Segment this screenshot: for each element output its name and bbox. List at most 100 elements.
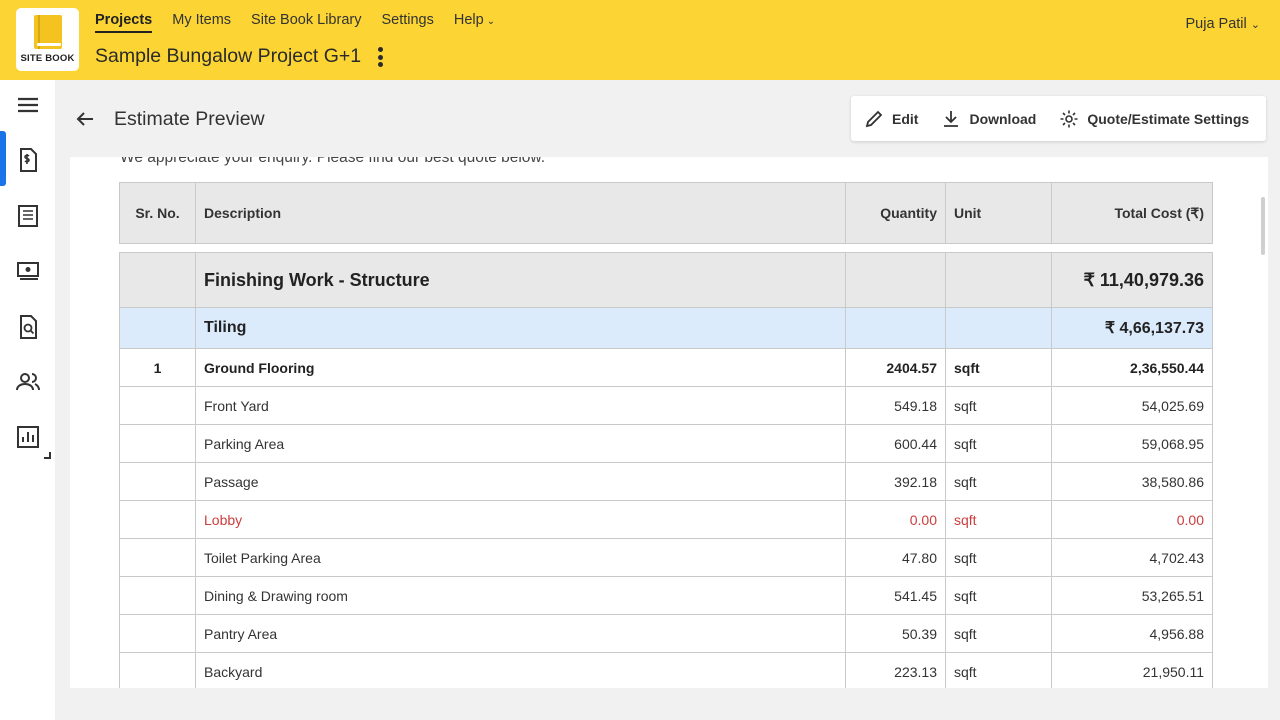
section-sr [119,252,196,308]
row-quantity: 0.00 [845,500,946,539]
download-button[interactable]: Download [941,96,1036,141]
estimate-icon[interactable] [15,147,41,173]
row-quantity: 47.80 [845,538,946,577]
row-total: 38,580.86 [1051,462,1213,501]
row-total: 4,702.43 [1051,538,1213,577]
user-menu[interactable]: Puja Patil ⌄ [1185,16,1260,32]
edit-label: Edit [892,110,919,127]
download-icon [944,110,959,127]
table-row: Parking Area 600.44 sqft 59,068.95 [119,424,1213,463]
item-quantity: 2404.57 [845,348,946,387]
section-total: ₹ 11,40,979.36 [1051,252,1213,308]
download-label: Download [969,110,1037,127]
project-title: Sample Bungalow Project G+1 [95,45,362,67]
edit-button[interactable]: Edit [864,96,918,141]
intro-text: We appreciate your enquiry. Please find … [120,157,546,166]
row-description: Toilet Parking Area [195,538,846,577]
row-unit: sqft [945,462,1052,501]
report-icon[interactable] [15,424,41,450]
row-total: 0.00 [1051,500,1213,539]
subsection-unit [945,307,1052,349]
item-unit: sqft [945,348,1052,387]
table-row: Dining & Drawing room 541.45 sqft 53,265… [119,576,1213,615]
nav-my-items[interactable]: My Items [172,12,231,33]
action-toolbar: Edit Download Quote/Estimate Settings [851,96,1266,141]
nav-site-book-library[interactable]: Site Book Library [251,12,361,33]
row-description: Front Yard [195,386,846,425]
payment-icon[interactable] [15,258,41,284]
row-quantity: 600.44 [845,424,946,463]
row-description: Lobby [195,500,846,539]
row-unit: sqft [945,500,1052,539]
item-sr: 1 [119,348,196,387]
row-total: 54,025.69 [1051,386,1213,425]
subsection-quantity [845,307,946,349]
row-sr [119,576,196,615]
estimate-document: We appreciate your enquiry. Please find … [70,157,1268,688]
gear-icon [1060,110,1078,127]
row-total: 4,956.88 [1051,614,1213,653]
nav-help-label: Help [453,12,484,28]
table-row: Pantry Area 50.39 sqft 4,956.88 [119,614,1213,653]
row-sr [119,500,196,539]
item-description: Ground Flooring [195,348,846,387]
subsection-row: Tiling ₹ 4,66,137.73 [119,307,1213,349]
estimate-table: Finishing Work - Structure ₹ 11,40,979.3… [119,252,1213,688]
scrollbar-thumb[interactable] [1261,197,1265,255]
logo-text: SITE BOOK [20,53,75,64]
back-arrow-icon[interactable] [73,107,97,131]
subsection-sr [119,307,196,349]
column-header-sr: Sr. No. [119,182,196,244]
subsection-description: Tiling [195,307,846,349]
table-row: Toilet Parking Area 47.80 sqft 4,702.43 [119,538,1213,577]
row-total: 53,265.51 [1051,576,1213,615]
item-row: 1 Ground Flooring 2404.57 sqft 2,36,550.… [119,348,1213,387]
quote-settings-label: Quote/Estimate Settings [1087,110,1250,127]
nav-help[interactable]: Help ⌄ [454,12,495,33]
menu-icon[interactable] [15,93,41,119]
table-row: Lobby 0.00 sqft 0.00 [119,500,1213,539]
row-description: Pantry Area [195,614,846,653]
pencil-icon [865,110,883,127]
row-unit: sqft [945,652,1052,688]
team-icon[interactable] [15,369,41,395]
subsection-total: ₹ 4,66,137.73 [1051,307,1213,349]
row-unit: sqft [945,538,1052,577]
site-book-logo[interactable]: SITE BOOK [16,8,79,71]
row-sr [119,652,196,688]
row-quantity: 541.45 [845,576,946,615]
row-unit: sqft [945,386,1052,425]
row-unit: sqft [945,614,1052,653]
user-name: Puja Patil [1185,16,1247,32]
row-quantity: 392.18 [845,462,946,501]
resize-handle-icon[interactable] [44,452,51,459]
chevron-down-icon: ⌄ [486,16,496,27]
row-quantity: 50.39 [845,614,946,653]
row-total: 59,068.95 [1051,424,1213,463]
page-title: Estimate Preview [114,108,265,130]
nav-projects[interactable]: Projects [95,12,153,33]
column-header-total-cost: Total Cost (₹) [1051,182,1213,244]
active-indicator [0,131,6,186]
row-unit: sqft [945,576,1052,615]
left-sidebar [0,80,55,720]
quote-settings-button[interactable]: Quote/Estimate Settings [1059,96,1249,141]
table-header: Sr. No. Description Quantity Unit Total … [119,182,1213,244]
nav-settings[interactable]: Settings [381,12,433,33]
chevron-down-icon: ⌄ [1250,19,1260,31]
row-sr [119,538,196,577]
section-unit [945,252,1052,308]
table-row: Front Yard 549.18 sqft 54,025.69 [119,386,1213,425]
row-description: Parking Area [195,424,846,463]
row-total: 21,950.11 [1051,652,1213,688]
row-sr [119,614,196,653]
column-header-description: Description [195,182,846,244]
row-quantity: 549.18 [845,386,946,425]
bill-icon[interactable] [15,203,41,229]
item-total: 2,36,550.44 [1051,348,1213,387]
more-options-icon[interactable] [375,47,385,71]
row-sr [119,424,196,463]
row-description: Dining & Drawing room [195,576,846,615]
document-search-icon[interactable] [15,314,41,340]
book-icon [34,15,62,49]
